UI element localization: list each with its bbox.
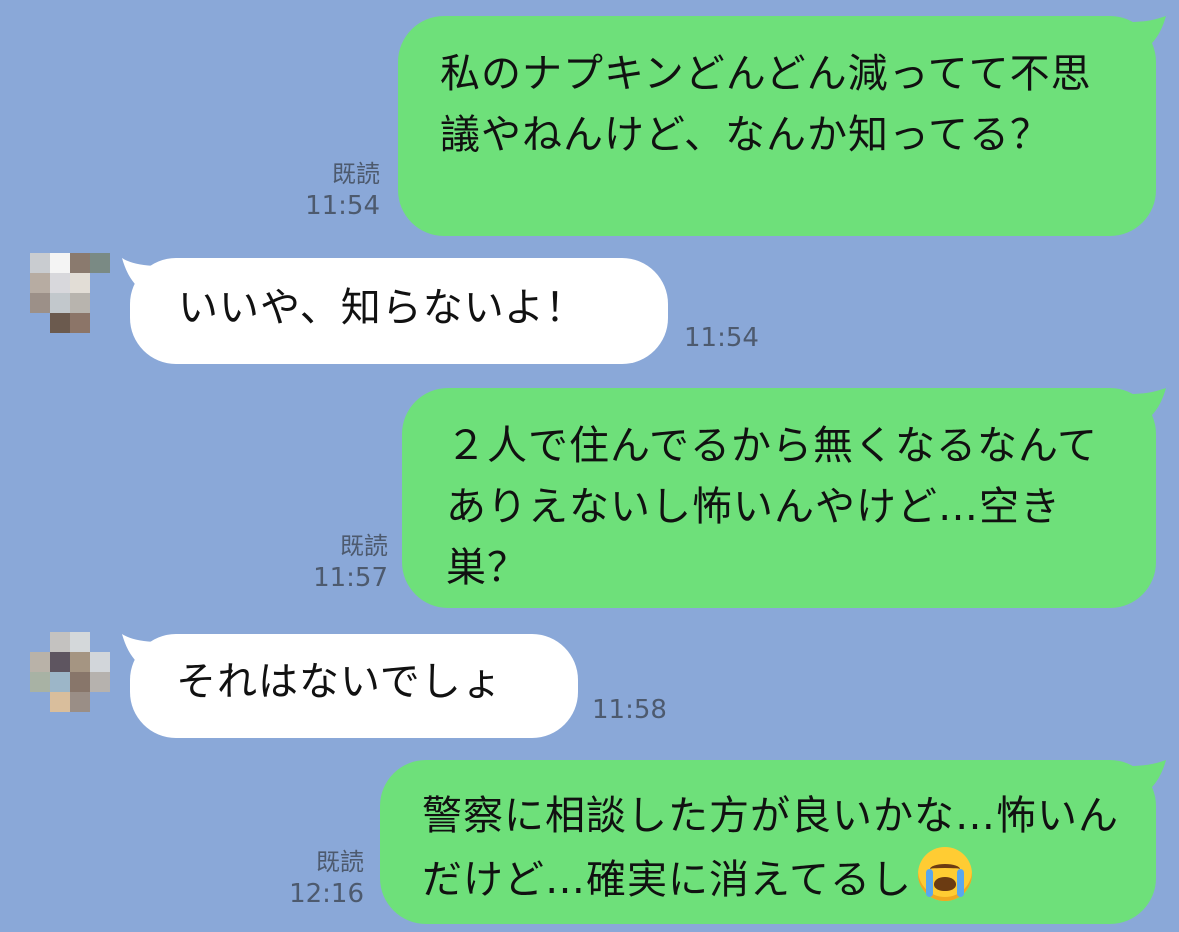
bubble-tail xyxy=(1130,388,1166,424)
bubble-tail xyxy=(1130,760,1166,796)
avatar[interactable] xyxy=(30,632,110,712)
message-meta: 11:58 xyxy=(592,694,672,726)
message-time: 11:54 xyxy=(305,191,380,221)
outgoing-message-bubble[interactable]: ２人で住んでるから無くなるなんてありえないし怖いんやけど…空き巣？ xyxy=(402,388,1156,608)
read-receipt: 既読 xyxy=(332,160,380,188)
message-time: 11:58 xyxy=(592,695,667,725)
message-text: いいや、知らないよ！ xyxy=(178,285,586,331)
message-meta: 既読 11:54 xyxy=(290,158,380,222)
outgoing-message-bubble[interactable]: 私のナプキンどんどん減ってて不思議やねんけど、なんか知ってる？ xyxy=(398,16,1156,236)
message-meta: 11:54 xyxy=(684,322,764,354)
message-time: 11:54 xyxy=(684,323,759,353)
message-time: 12:16 xyxy=(289,879,364,909)
incoming-message-bubble[interactable]: いいや、知らないよ！ xyxy=(130,258,668,364)
message-text: 警察に相談した方が良いかな…怖いんだけど…確実に消えてるし xyxy=(422,793,1119,903)
incoming-message-bubble[interactable]: それはないでしょ xyxy=(130,634,578,738)
outgoing-message-bubble[interactable]: 警察に相談した方が良いかな…怖いんだけど…確実に消えてるし xyxy=(380,760,1156,924)
read-receipt: 既読 xyxy=(316,848,364,876)
bubble-tail xyxy=(1130,16,1166,52)
message-text: それはないでしょ xyxy=(176,659,503,705)
read-receipt: 既読 xyxy=(340,532,388,560)
message-time: 11:57 xyxy=(313,563,388,593)
message-meta: 既読 12:16 xyxy=(278,846,364,910)
message-meta: 既読 11:57 xyxy=(300,530,388,594)
loudly-crying-face-icon xyxy=(918,847,972,901)
chat-view[interactable]: 既読 11:54 私のナプキンどんどん減ってて不思議やねんけど、なんか知ってる？… xyxy=(0,0,1179,932)
avatar[interactable] xyxy=(30,253,110,333)
message-text: 私のナプキンどんどん減ってて不思議やねんけど、なんか知ってる？ xyxy=(440,51,1092,158)
message-text: ２人で住んでるから無くなるなんてありえないし怖いんやけど…空き巣？ xyxy=(446,423,1098,591)
